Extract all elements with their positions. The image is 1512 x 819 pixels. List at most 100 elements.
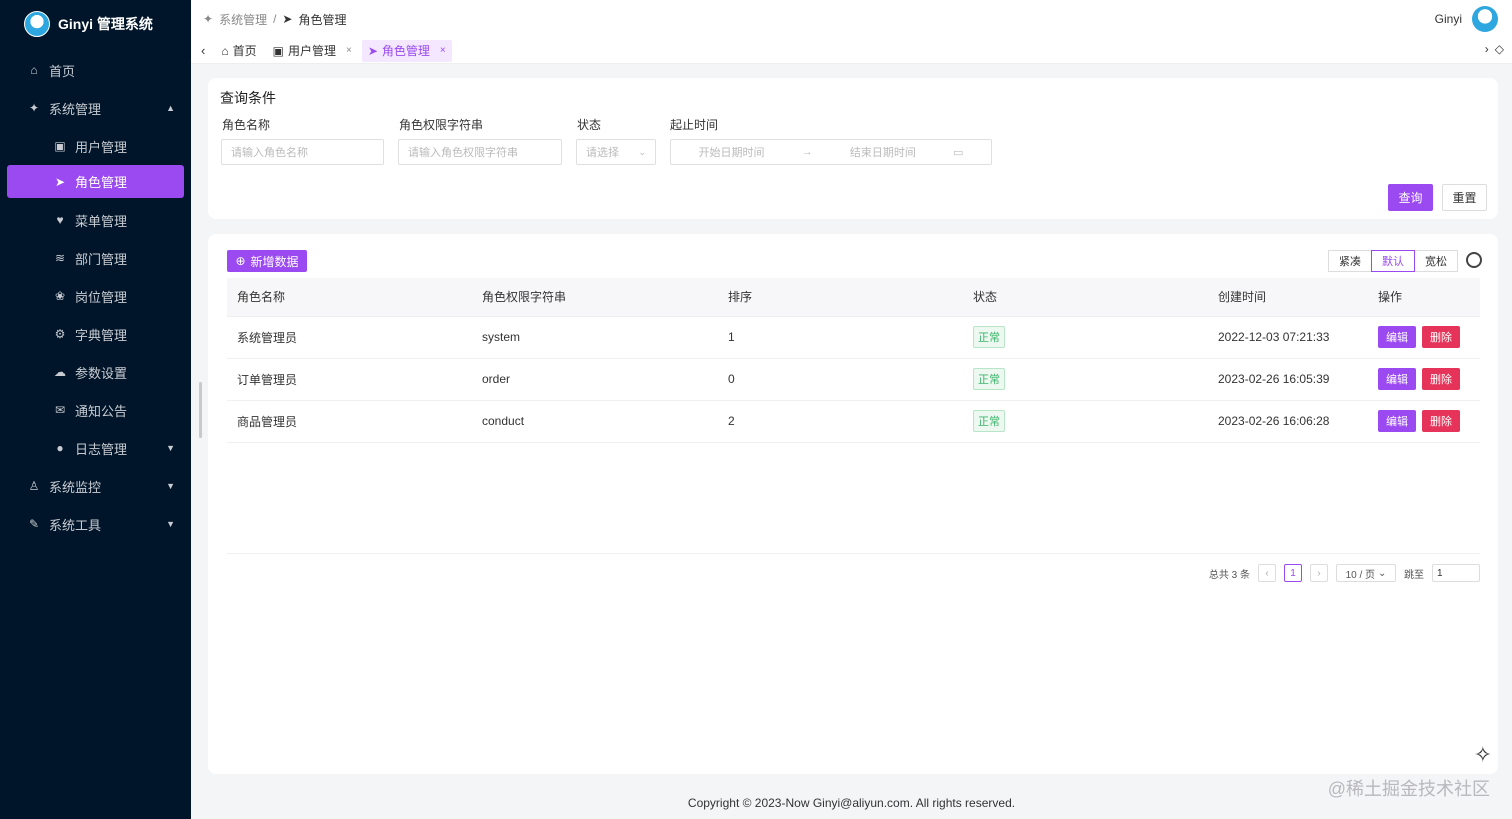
breadcrumb-item[interactable]: 系统管理	[219, 11, 267, 28]
cell-role-key: order	[472, 358, 718, 401]
cell-status: 正常	[963, 358, 1208, 401]
plus-circle-icon: ⊕	[235, 254, 246, 268]
sidebar-item-depts[interactable]: ≋ 部门管理	[0, 239, 191, 277]
table-row: 系统管理员 system 1 正常 2022-12-03 07:21:33 编辑…	[227, 316, 1480, 359]
edit-button[interactable]: 编辑	[1378, 326, 1416, 348]
sidebar-scrollbar[interactable]	[199, 382, 202, 438]
sidebar-item-label: 菜单管理	[75, 213, 128, 229]
arrow-right-icon: →	[801, 146, 813, 158]
user-manage-icon: ▣	[272, 43, 284, 58]
chevron-down-icon: ▼	[166, 481, 175, 491]
sidebar-item-label: 角色管理	[75, 175, 128, 190]
query-title: 查询条件	[220, 90, 276, 106]
chevron-down-icon: ⌄	[1378, 567, 1387, 579]
sidebar-item-notice[interactable]: ✉ 通知公告	[0, 391, 191, 429]
chevron-right-icon[interactable]: ›	[1485, 42, 1489, 56]
tab-roles[interactable]: ➤ 角色管理 ×	[361, 39, 452, 62]
tab-label: 首页	[232, 44, 257, 58]
notice-icon: ✉	[54, 403, 66, 417]
heart-icon: ♥	[56, 213, 64, 227]
cell-actions: 编辑 删除	[1368, 316, 1480, 359]
role-icon: ➤	[367, 43, 378, 58]
edit-button[interactable]: 编辑	[1378, 368, 1416, 390]
app-title: Ginyi 管理系统	[58, 16, 153, 32]
date-range-picker[interactable]: 开始日期时间 → 结束日期时间 ▭	[670, 139, 992, 165]
tab-home[interactable]: ⌂ 首页	[215, 40, 262, 62]
gear-icon[interactable]	[1466, 252, 1482, 268]
tab-bar-controls: › ◇	[1485, 42, 1504, 56]
jump-input[interactable]: 1	[1432, 564, 1480, 582]
cell-created: 2023-02-26 16:05:39	[1208, 358, 1368, 401]
field-label: 角色权限字符串	[399, 118, 484, 132]
role-key-input[interactable]: 请输入角色权限字符串	[398, 139, 562, 165]
placeholder: 请选择	[586, 147, 619, 159]
cell-actions: 编辑 删除	[1368, 358, 1480, 401]
dict-icon: ⚙	[54, 327, 66, 341]
status-badge: 正常	[973, 368, 1005, 390]
sidebar-item-label: 字典管理	[75, 327, 128, 343]
sidebar-item-home[interactable]: ⌂ 首页	[0, 51, 191, 89]
sidebar-item-roles[interactable]: ➤ 角色管理	[7, 165, 184, 198]
table-header-row: 角色名称 角色权限字符串 排序 状态 创建时间 操作	[227, 278, 1480, 317]
cell-role-name: 订单管理员	[227, 358, 472, 401]
home-icon: ⌂	[30, 63, 38, 77]
next-page-button[interactable]: ›	[1310, 564, 1328, 582]
pagination: 总共 3 条 ‹ 1 › 10 / 页 ⌄ 跳至 1	[1209, 564, 1480, 582]
column-header: 角色名称	[227, 278, 472, 317]
sidebar-item-label: 通知公告	[75, 403, 128, 419]
add-button[interactable]: ⊕ 新增数据	[227, 250, 307, 272]
delete-button[interactable]: 删除	[1422, 368, 1460, 390]
chevron-down-icon: ▼	[166, 443, 175, 453]
sidebar-item-menus[interactable]: ♥ 菜单管理	[0, 201, 191, 239]
sidebar-item-posts[interactable]: ❀ 岗位管理	[0, 277, 191, 315]
logo[interactable]: Ginyi 管理系统	[0, 0, 191, 48]
table-row: 订单管理员 order 0 正常 2023-02-26 16:05:39 编辑删…	[227, 358, 1480, 401]
search-button[interactable]: 查询	[1388, 184, 1433, 211]
jump-label: 跳至	[1404, 569, 1424, 581]
close-icon[interactable]: ×	[440, 45, 446, 56]
chevron-up-icon: ▲	[166, 103, 175, 113]
close-icon[interactable]: ×	[346, 45, 352, 56]
page-number[interactable]: 1	[1284, 564, 1302, 582]
avatar[interactable]	[1472, 6, 1498, 32]
field-label: 起止时间	[670, 118, 719, 132]
user-manage-icon: ▣	[54, 139, 66, 153]
params-icon: ☁	[54, 365, 66, 379]
total-count: 总共 3 条	[1208, 569, 1250, 581]
page-size-select[interactable]: 10 / 页 ⌄	[1336, 564, 1396, 582]
density-default[interactable]: 默认	[1371, 250, 1415, 272]
tab-users[interactable]: ▣ 用户管理 ×	[267, 40, 358, 62]
role-name-input[interactable]: 请输入角色名称	[221, 139, 384, 165]
breadcrumb: ✦ 系统管理 / ➤ 角色管理	[203, 11, 347, 28]
column-header: 状态	[963, 278, 1208, 317]
mic-icon: ●	[56, 441, 64, 455]
start-date-placeholder: 开始日期时间	[698, 147, 765, 159]
reset-button[interactable]: 重置	[1442, 184, 1487, 211]
sidebar-item-label: 系统工具	[49, 517, 102, 533]
diamond-icon[interactable]: ◇	[1495, 42, 1504, 56]
field-label: 状态	[577, 118, 602, 132]
column-header: 角色权限字符串	[472, 278, 718, 317]
sidebar-item-users[interactable]: ▣ 用户管理	[0, 127, 191, 165]
density-loose[interactable]: 宽松	[1414, 250, 1458, 272]
density-compact[interactable]: 紧凑	[1328, 250, 1372, 272]
table-empty-space	[227, 400, 1480, 554]
sidebar-item-system[interactable]: ✦ 系统管理 ▲	[0, 89, 191, 127]
column-header: 创建时间	[1208, 278, 1368, 317]
status-select[interactable]: 请选择 ⌄	[576, 139, 656, 165]
sidebar-item-tools[interactable]: ✎ 系统工具 ▼	[0, 505, 191, 543]
prev-page-button[interactable]: ‹	[1258, 564, 1276, 582]
cell-role-key: system	[472, 316, 718, 359]
user-menu[interactable]: Ginyi	[1435, 6, 1498, 32]
sidebar-item-logs[interactable]: ● 日志管理 ▼	[0, 429, 191, 467]
column-header: 操作	[1368, 278, 1480, 317]
density-switch: 紧凑 默认 宽松	[1328, 250, 1458, 272]
chevron-left-icon[interactable]: ‹	[201, 43, 205, 58]
query-panel: 查询条件 角色名称 角色权限字符串 状态 起止时间 请输入角色名称 请输入角色权…	[208, 78, 1498, 219]
sidebar-item-monitor[interactable]: ♙ 系统监控 ▼	[0, 467, 191, 505]
sidebar-item-params[interactable]: ☁ 参数设置	[0, 353, 191, 391]
cell-sort: 0	[718, 358, 963, 401]
sparkle-icon[interactable]: ✧	[1474, 742, 1492, 768]
sidebar-item-dict[interactable]: ⚙ 字典管理	[0, 315, 191, 353]
delete-button[interactable]: 删除	[1422, 326, 1460, 348]
